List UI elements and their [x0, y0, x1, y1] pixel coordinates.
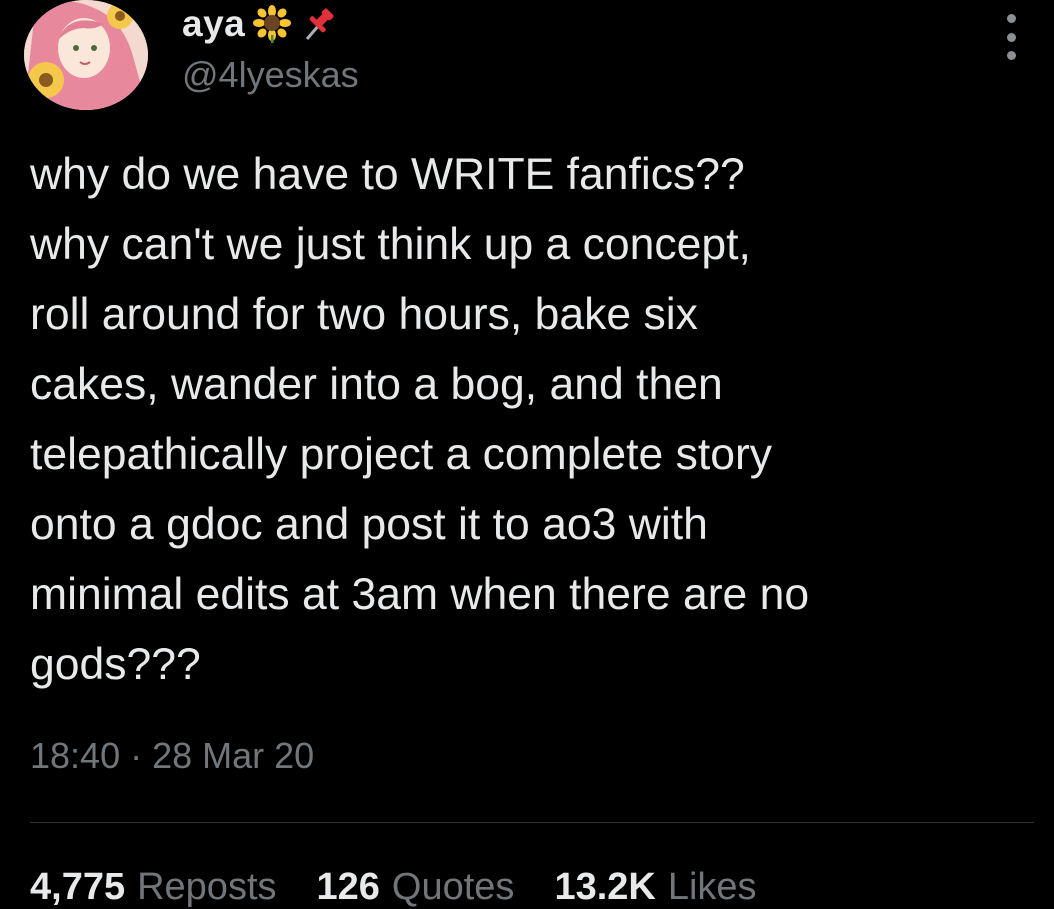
- engagement-stats: 4,775 Reposts 126 Quotes 13.2K Likes: [30, 866, 757, 909]
- more-dot: [1006, 51, 1016, 60]
- likes-label: Likes: [667, 866, 757, 908]
- tweet-date: 28 Mar 20: [152, 735, 315, 776]
- more-dot: [1006, 32, 1016, 42]
- tweet-time: 18:40: [30, 735, 121, 776]
- divider: [30, 822, 1034, 823]
- likes-stat[interactable]: 13.2K Likes: [554, 866, 756, 909]
- likes-count: 13.2K: [554, 866, 656, 908]
- quotes-count: 126: [316, 866, 380, 908]
- reposts-label: Reposts: [137, 866, 277, 908]
- author-handle[interactable]: @4lyeskas: [182, 54, 359, 96]
- more-dot: [1006, 14, 1016, 23]
- reposts-count: 4,775: [30, 866, 126, 908]
- quotes-label: Quotes: [391, 866, 515, 908]
- display-name[interactable]: aya: [182, 3, 245, 45]
- tweet-timestamp[interactable]: 18:40 · 28 Mar 20: [30, 735, 314, 777]
- meta-separator: ·: [130, 735, 143, 776]
- tweet: aya @4lyeskas why do we have to WRITE fa…: [0, 0, 1054, 908]
- pushpin-icon: [299, 5, 337, 43]
- reposts-stat[interactable]: 4,775 Reposts: [30, 866, 277, 909]
- quotes-stat[interactable]: 126 Quotes: [317, 866, 515, 909]
- avatar-illustration: [24, 0, 148, 110]
- tweet-text: why do we have to WRITE fanfics?? why ca…: [30, 150, 810, 689]
- avatar[interactable]: [24, 0, 148, 110]
- more-vertical-icon[interactable]: [996, 14, 1026, 60]
- author-name-row: aya: [182, 2, 337, 46]
- sunflower-icon: [253, 5, 292, 43]
